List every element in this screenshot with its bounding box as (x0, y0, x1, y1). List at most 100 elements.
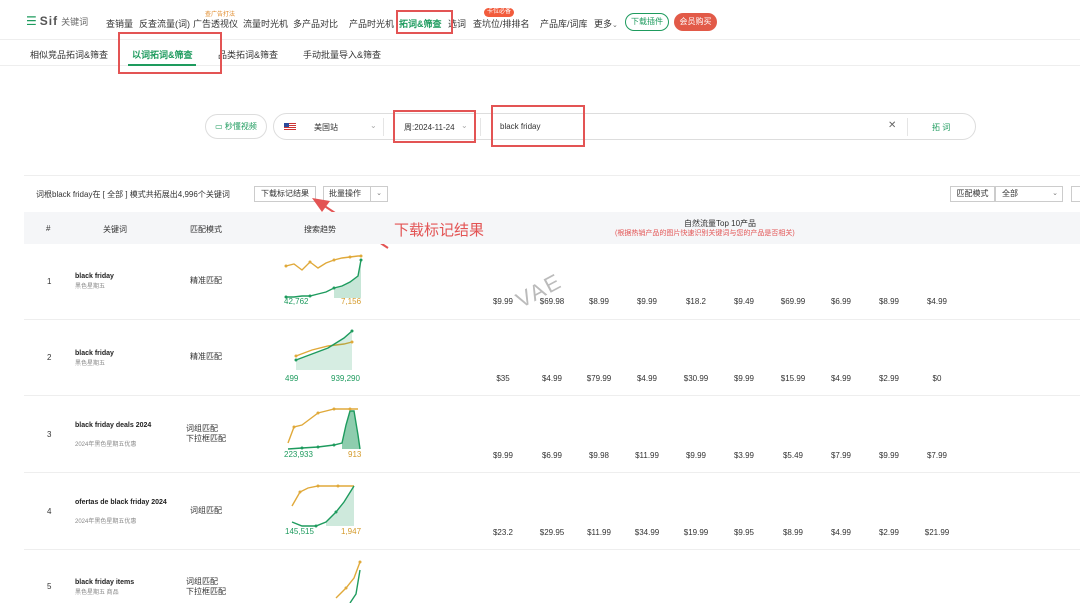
nav-item-product-timemachine[interactable]: 产品时光机 (349, 17, 394, 30)
price-cell: $11.99 (587, 528, 611, 537)
nav-item-reverse-traffic[interactable]: 反查流量(词) (139, 17, 190, 30)
nav-item-sales[interactable]: 查销量 (106, 17, 133, 30)
tab-manual-import[interactable]: 手动批量导入&筛查 (303, 48, 381, 61)
price-cell: $6.99 (830, 297, 852, 306)
chevron-down-icon: ⌄ (612, 22, 618, 29)
row-match-mode: 下拉框匹配 (186, 587, 226, 596)
row-keyword[interactable]: black friday deals 2024 (75, 421, 165, 430)
nav-item-product-library[interactable]: 产品库/词库 (540, 17, 588, 30)
more-label: 更多 (594, 19, 613, 29)
download-marked-results-button[interactable]: 下载标记结果 (254, 186, 316, 202)
expand-search-button[interactable]: 拓 词 (932, 122, 950, 133)
download-plugin-button[interactable]: 下载插件 (625, 13, 669, 31)
row-keyword-cn: 黑色星期五 商品 (75, 590, 119, 596)
price-cell: $11.99 (635, 451, 659, 460)
header-keyword: 关键词 (103, 225, 127, 234)
match-mode-select[interactable]: 全部 ⌄ (995, 186, 1063, 202)
price-cell: $30.99 (683, 374, 709, 383)
highlight-box-tab (118, 32, 222, 74)
trend-right-value: 939,290 (331, 374, 360, 383)
chevron-down-icon[interactable]: ⌄ (370, 187, 387, 201)
match-mode-label: 匹配模式 (950, 186, 995, 202)
row-match-mode: 下拉框匹配 (186, 434, 226, 443)
row-keyword[interactable]: ofertas de black friday 2024 (75, 498, 175, 507)
row-match-mode: 词组匹配 (190, 506, 222, 515)
nav-item-ad-insight[interactable]: 广告透视仪 (193, 17, 238, 30)
price-cell: $4.99 (830, 528, 852, 537)
row-keyword-cn: 2024年黑色星期五优惠 (75, 519, 137, 525)
chevron-down-icon[interactable]: ⌄ (370, 121, 377, 130)
price-cell: $7.99 (830, 451, 852, 460)
menu-icon[interactable]: ☰ (26, 14, 37, 28)
price-cell: $9.99 (878, 451, 900, 460)
row-match-mode: 精准匹配 (190, 276, 222, 285)
trend-right-value: 7,156 (341, 297, 362, 306)
price-cell: $4.99 (830, 374, 852, 383)
highlight-box-nav (396, 10, 453, 34)
trend-right-value: 1,947 (341, 527, 362, 536)
chevron-down-icon: ⌄ (1052, 190, 1058, 197)
batch-operation-button[interactable]: 批量操作 ⌄ (323, 186, 388, 202)
price-cell: $34.99 (634, 528, 660, 537)
table-row[interactable] (24, 320, 1080, 396)
row-index: 4 (47, 507, 52, 516)
search-bar: 美国站 ⌄ 周:2024-11-24 ⌄ black friday ✕ 拓 词 (273, 113, 976, 140)
divider (907, 118, 908, 136)
table-row[interactable] (24, 550, 1080, 603)
site-select[interactable]: 美国站 (314, 122, 338, 133)
price-cell: $4.99 (541, 374, 563, 383)
price-cell: $69.99 (780, 297, 806, 306)
header-search-trend: 搜索趋势 (304, 225, 336, 234)
close-icon[interactable]: ✕ (888, 120, 896, 131)
price-cell: $7.99 (926, 451, 948, 460)
highlight-box-keyword (491, 105, 585, 147)
must-tag: 卡位必备 (484, 8, 515, 17)
nav-item-traffic-timemachine[interactable]: 流量时光机 (243, 17, 288, 30)
row-keyword[interactable]: black friday items (75, 578, 165, 587)
row-index: 3 (47, 430, 52, 439)
logo-brand: Sif (39, 14, 59, 28)
extra-control[interactable] (1071, 186, 1080, 202)
price-cell: $21.99 (924, 528, 950, 537)
trend-sparkline (284, 254, 363, 299)
price-cell: $9.49 (733, 297, 755, 306)
trend-right-value: 913 (348, 450, 362, 459)
table-row[interactable] (24, 396, 1080, 473)
price-cell: $79.99 (586, 374, 612, 383)
batch-operation-label: 批量操作 (329, 189, 361, 198)
price-cell: $8.99 (878, 297, 900, 306)
price-cell: $2.99 (878, 374, 900, 383)
nav-item-more[interactable]: 更多⌄ (594, 17, 618, 30)
logo[interactable]: ☰ Sif 关键词 (26, 14, 88, 28)
row-keyword[interactable]: black friday (75, 349, 165, 358)
row-keyword[interactable]: black friday (75, 272, 165, 281)
video-guide-button[interactable]: ▭ 秒懂视频 (205, 114, 267, 139)
trend-sparkline (287, 407, 361, 450)
price-cell: $3.99 (733, 451, 755, 460)
price-cell: $35 (496, 374, 510, 383)
tab-category-expand[interactable]: 品类拓词&筛查 (218, 48, 278, 61)
row-keyword-cn: 黑色星期五 (75, 284, 106, 290)
price-cell: $29.95 (539, 528, 565, 537)
tab-similar-competitor[interactable]: 相似竞品拓词&筛查 (30, 48, 108, 61)
row-match-mode: 词组匹配 (186, 577, 218, 586)
divider (383, 118, 384, 136)
price-cell: $9.98 (588, 451, 610, 460)
member-purchase-button[interactable]: 会员购买 (674, 13, 717, 31)
price-cell: $9.99 (492, 297, 514, 306)
annotation-label: 下载标记结果 (394, 222, 485, 239)
price-cell: $9.99 (636, 297, 658, 306)
logo-sub: 关键词 (61, 17, 89, 27)
divider (480, 118, 481, 136)
row-match-mode: 词组匹配 (186, 424, 218, 433)
nav-item-product-compare[interactable]: 多产品对比 (293, 17, 338, 30)
results-summary: 词根black friday在 [ 全部 ] 模式共拓展出4,996个关键词 (36, 190, 230, 199)
price-cell: $0 (932, 374, 942, 383)
price-cell: $18.2 (685, 297, 707, 306)
price-cell: $5.49 (782, 451, 804, 460)
nav-item-rank-check[interactable]: 查坑位/排排名 (473, 17, 530, 30)
table-row[interactable] (24, 473, 1080, 550)
video-guide-label: 秒懂视频 (224, 122, 257, 131)
match-mode-value: 全部 (1002, 189, 1018, 198)
price-cell: $9.95 (733, 528, 755, 537)
